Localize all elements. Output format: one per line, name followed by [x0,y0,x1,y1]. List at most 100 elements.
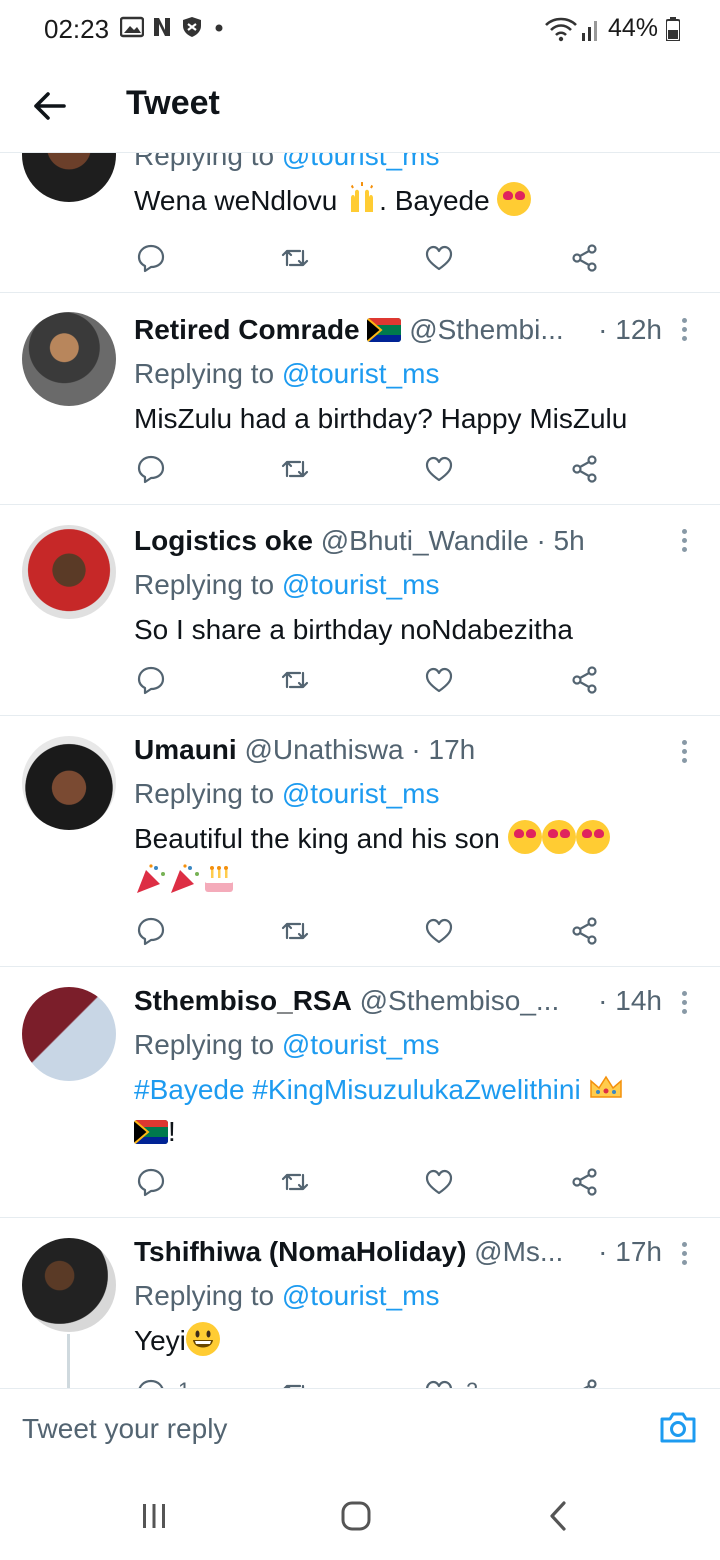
share-button[interactable] [570,243,604,277]
user-handle: @Unathiswa [244,734,404,765]
retweet-button[interactable] [280,916,314,950]
thread-line [67,1334,70,1388]
heart-icon [425,245,453,271]
display-name[interactable]: Logistics oke [134,525,313,556]
replying-to: Replying to @tourist_ms [134,778,440,809]
reply-button[interactable] [136,243,170,277]
tweet-actions [134,1167,634,1201]
retweet-button[interactable] [280,665,314,699]
tweet-actions: 1 2 [134,1378,634,1388]
heart-eyes-emoji [575,820,610,854]
avatar[interactable] [22,736,116,830]
more-options-icon[interactable] [682,314,690,345]
system-nav-bar [0,1468,720,1560]
user-handle: @Sthembi... [409,314,564,345]
more-options-icon[interactable] [682,1238,690,1269]
like-button[interactable] [424,1167,458,1201]
recent-apps-icon[interactable] [136,1498,172,1534]
more-options-icon[interactable] [682,525,690,556]
comment-icon [138,1379,164,1388]
reply-input[interactable]: Tweet your reply [22,1413,227,1445]
tweet[interactable]: Umauni @Unathiswa · 17h Replying to @tou… [0,716,720,967]
status-bar: 02:23 44% [0,0,720,58]
retweet-icon [281,460,309,478]
display-name[interactable]: Tshifhiwa (NomaHoliday) [134,1236,466,1267]
avatar[interactable] [22,312,116,406]
retweet-button[interactable] [280,454,314,488]
replying-handle-link[interactable]: @tourist_ms [282,778,440,809]
tweet-text: #Bayede #KingMisuzulukaZwelithini ! [134,1069,694,1153]
share-button[interactable] [570,454,604,488]
comment-icon [137,917,165,946]
replying-handle-link[interactable]: @tourist_ms [282,358,440,389]
tweet-actions [134,916,634,950]
heart-icon [425,918,453,944]
party-popper-emoji [137,864,165,893]
comment-icon [137,455,165,484]
share-button[interactable] [570,1378,604,1388]
share-icon [572,244,597,272]
user-handle: @Ms... [474,1236,564,1267]
avatar[interactable] [22,987,116,1081]
share-button[interactable] [570,916,604,950]
tweet[interactable]: Retired Comrade @Sthembi... · 12h Replyi… [0,292,720,505]
home-icon[interactable] [338,1498,374,1534]
tweet-text: Yeyi [134,1320,694,1362]
tweet-text: Beautiful the king and his son [134,818,694,902]
replies-feed[interactable]: Replying to @tourist_ms Wena weNdlovu . … [0,152,720,1388]
tweet-header: Logistics oke @Bhuti_Wandile · 5h [134,525,662,557]
more-options-icon[interactable] [682,736,690,767]
status-time: 02:23 [44,14,110,44]
camera-icon[interactable] [658,1407,698,1447]
share-icon [572,455,597,483]
like-button[interactable] [424,916,458,950]
hashtag-text[interactable]: #Bayede #KingMisuzulukaZwelithini [134,1074,581,1105]
retweet-icon [281,249,309,267]
display-name[interactable]: Umauni [134,734,237,765]
like-button[interactable] [424,243,458,277]
retweet-button[interactable] [280,243,314,277]
replying-to: Replying to @tourist_ms [134,358,440,389]
replying-to: Replying to @tourist_ms [134,1029,440,1060]
user-handle: @Bhuti_Wandile [320,525,529,556]
share-button[interactable] [570,1167,604,1201]
retweet-button[interactable] [280,1167,314,1201]
replying-handle-link[interactable]: @tourist_ms [282,569,440,600]
replying-to: Replying to @tourist_ms [134,1280,440,1311]
tweet[interactable]: Logistics oke @Bhuti_Wandile · 5h Replyi… [0,505,720,716]
avatar[interactable] [22,152,116,202]
reply-button[interactable] [136,1167,170,1201]
tweet-text: So I share a birthday noNdabezitha [134,614,573,645]
tweet[interactable]: Sthembiso_RSA @Sthembiso_... · 14h Reply… [0,967,720,1218]
back-nav-icon[interactable] [540,1498,576,1534]
party-popper-emoji [171,864,199,893]
share-button[interactable] [570,665,604,699]
like-button[interactable] [424,454,458,488]
retweet-button[interactable] [280,1378,314,1388]
notification-dot-icon [215,24,223,32]
replying-handle-link[interactable]: @tourist_ms [282,152,440,171]
avatar[interactable] [22,1238,116,1332]
grinning-face-emoji [185,1322,220,1356]
retweet-icon [281,1173,309,1191]
tweet-actions [134,243,634,277]
reply-button[interactable] [136,454,170,488]
south-africa-flag-emoji [134,1120,168,1144]
reply-button[interactable] [136,665,170,699]
reply-button[interactable] [136,1378,170,1388]
more-options-icon[interactable] [682,987,690,1018]
replying-handle-link[interactable]: @tourist_ms [282,1280,440,1311]
like-button[interactable] [424,665,458,699]
user-handle: @Sthembiso_... [359,985,560,1016]
back-arrow-icon[interactable] [30,86,70,126]
avatar[interactable] [22,525,116,619]
display-name[interactable]: Sthembiso_RSA [134,985,352,1016]
display-name[interactable]: Retired Comrade [134,314,360,345]
like-count: 2 [466,1378,478,1388]
tweet[interactable]: Tshifhiwa (NomaHoliday) @Ms... · 17h Rep… [0,1218,720,1388]
like-button[interactable] [424,1378,458,1388]
tweet-actions [134,454,634,488]
replying-handle-link[interactable]: @tourist_ms [282,1029,440,1060]
tweet[interactable]: Replying to @tourist_ms Wena weNdlovu . … [0,152,720,293]
reply-button[interactable] [136,916,170,950]
